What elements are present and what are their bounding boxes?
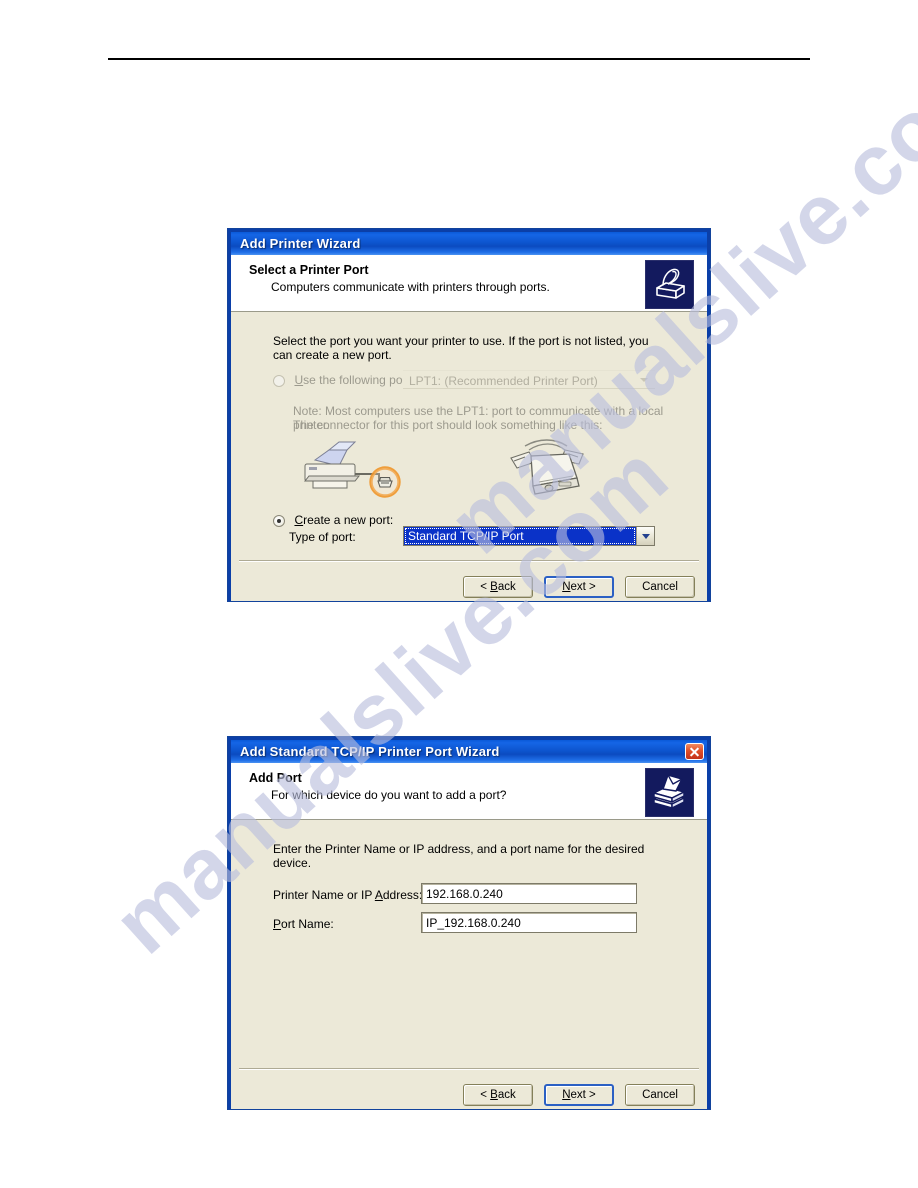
- close-icon[interactable]: [685, 743, 704, 760]
- dialog2-button-separator: [239, 1068, 699, 1070]
- chevron-down-icon: [640, 378, 648, 382]
- dialog1-header: Select a Printer Port Computers communic…: [231, 255, 707, 312]
- port-name-label: Port Name:: [273, 917, 334, 931]
- use-following-port-radio[interactable]: [273, 375, 285, 387]
- create-new-port-label-rest: reate a new port:: [303, 513, 394, 527]
- dialog2-intro-text: Enter the Printer Name or IP address, an…: [273, 842, 645, 870]
- next-button[interactable]: Next >: [544, 576, 614, 598]
- add-standard-tcpip-port-wizard-dialog: Add Standard TCP/IP Printer Port Wizard …: [228, 737, 710, 1109]
- create-new-port-radio[interactable]: [273, 515, 285, 527]
- chevron-down-icon[interactable]: [636, 527, 654, 545]
- cancel-button[interactable]: Cancel: [625, 1084, 695, 1106]
- dialog2-body: Enter the Printer Name or IP address, an…: [231, 820, 707, 1109]
- printer-name-or-ip-label: Printer Name or IP Address:: [273, 888, 423, 902]
- dialog1-header-subtitle: Computers communicate with printers thro…: [271, 280, 550, 294]
- use-following-port-label-rest: se the following port:: [303, 373, 414, 387]
- port-type-selected-value: Standard TCP/IP Port: [404, 527, 636, 545]
- dialog2-titlebar[interactable]: Add Standard TCP/IP Printer Port Wizard: [231, 740, 707, 763]
- back-button[interactable]: < Back: [463, 576, 533, 598]
- printer-name-or-ip-input[interactable]: [421, 883, 637, 904]
- next-button[interactable]: Next >: [544, 1084, 614, 1106]
- cancel-button[interactable]: Cancel: [625, 576, 695, 598]
- port-name-input[interactable]: [421, 912, 637, 933]
- existing-port-value: LPT1: (Recommended Printer Port): [409, 374, 598, 388]
- dialog1-intro-text: Select the port you want your printer to…: [273, 334, 649, 362]
- dialog1-button-row: < Back Next > Cancel: [463, 576, 695, 598]
- back-button[interactable]: < Back: [463, 1084, 533, 1106]
- add-printer-wizard-dialog: Add Printer Wizard Select a Printer Port…: [228, 229, 710, 601]
- dialog1-button-separator: [239, 560, 699, 562]
- page-header-rule: [108, 58, 810, 60]
- printer-icon: [645, 260, 694, 309]
- dialog1-titlebar[interactable]: Add Printer Wizard: [231, 232, 707, 255]
- port-type-combo[interactable]: Standard TCP/IP Port: [403, 526, 655, 546]
- printer-stack-icon: [645, 768, 694, 817]
- use-following-port-label: Use the following port:: [294, 373, 414, 387]
- dialog2-button-row: < Back Next > Cancel: [463, 1084, 695, 1106]
- dialog1-note-line-2: The connector for this port should look …: [293, 418, 603, 432]
- dialog2-header: Add Port For which device do you want to…: [231, 763, 707, 820]
- dialog1-body: Select the port you want your printer to…: [231, 312, 707, 601]
- create-new-port-label: Create a new port:: [294, 513, 394, 527]
- dialog1-title: Add Printer Wizard: [240, 236, 361, 251]
- dialog2-header-title: Add Port: [249, 771, 302, 785]
- port-illustration: [293, 432, 663, 507]
- dialog1-header-title: Select a Printer Port: [249, 263, 369, 277]
- type-of-port-label: Type of port:: [289, 530, 356, 544]
- existing-port-combo[interactable]: LPT1: (Recommended Printer Port): [403, 370, 655, 389]
- dialog2-header-subtitle: For which device do you want to add a po…: [271, 788, 507, 802]
- dialog2-title: Add Standard TCP/IP Printer Port Wizard: [240, 744, 500, 759]
